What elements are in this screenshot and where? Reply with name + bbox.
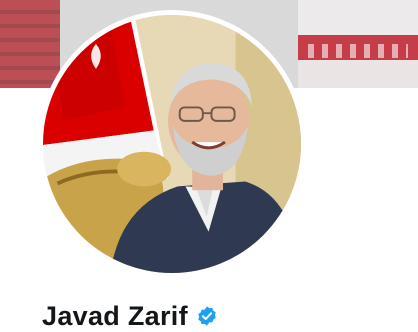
avatar[interactable] — [38, 10, 306, 278]
verified-badge-icon — [196, 305, 218, 327]
avatar-photo — [43, 15, 301, 273]
profile-display-name: Javad Zarif — [42, 301, 188, 331]
banner-flag-right — [298, 0, 418, 88]
profile-name-row: Javad Zarif — [42, 301, 218, 331]
profile-header: Javad Zarif — [0, 10, 418, 331]
banner-flag-left — [0, 0, 60, 88]
